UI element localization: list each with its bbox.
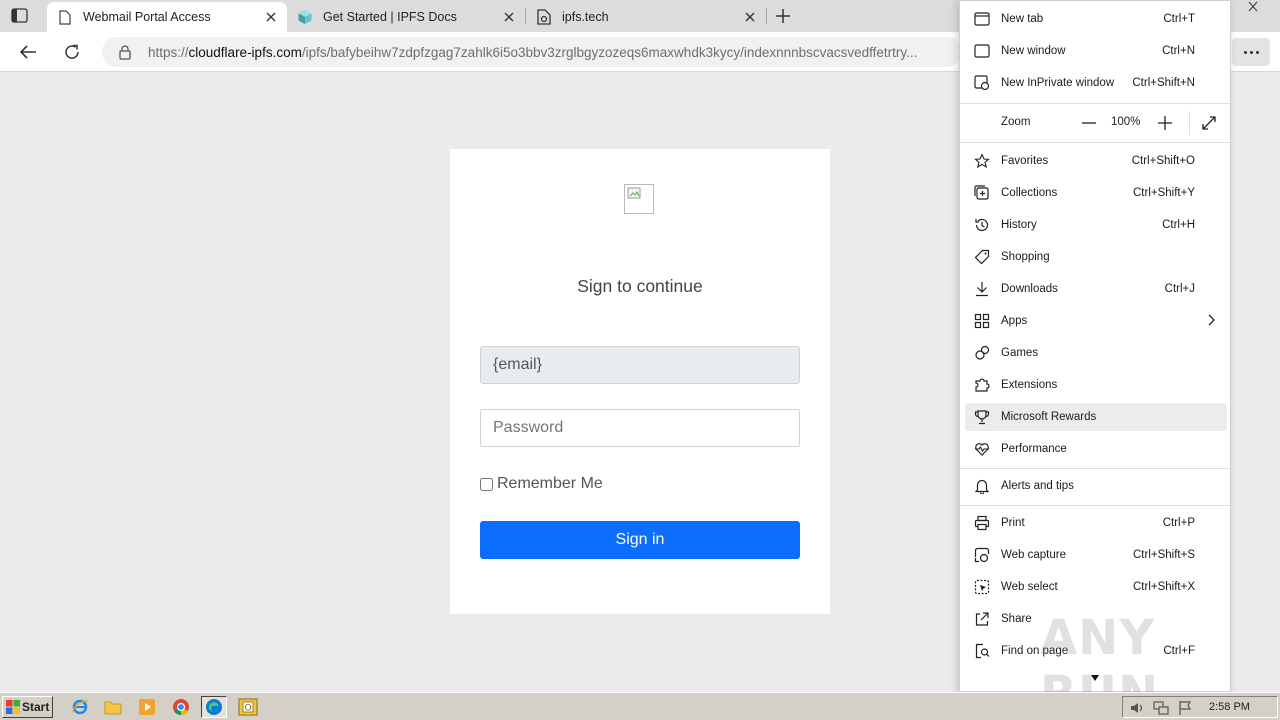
- broken-image-icon: [624, 184, 654, 214]
- new-tab-icon: [973, 10, 991, 28]
- trophy-icon: [973, 408, 991, 426]
- menu-divider: [960, 103, 1230, 104]
- fullscreen-icon[interactable]: [1199, 113, 1219, 133]
- heartbeat-icon: [973, 440, 991, 458]
- taskbar-clock[interactable]: 2:58 PM: [1209, 701, 1250, 713]
- sign-in-button[interactable]: Sign in: [480, 521, 800, 559]
- star-icon: [973, 152, 991, 170]
- remember-checkbox[interactable]: [480, 477, 493, 491]
- remember-me[interactable]: Remember Me: [480, 475, 603, 493]
- share-icon: [973, 610, 991, 628]
- tag-icon: [973, 248, 991, 266]
- menu-item-new-window[interactable]: New window Ctrl+N: [965, 37, 1227, 65]
- menu-item-games[interactable]: Games: [965, 339, 1227, 367]
- windows-logo-icon: [6, 700, 20, 714]
- collections-icon: [973, 184, 991, 202]
- menu-item-history[interactable]: History Ctrl+H: [965, 211, 1227, 239]
- find-icon: [973, 642, 991, 660]
- tab-title: ipfs.tech: [562, 10, 609, 24]
- printer-icon: [973, 514, 991, 532]
- menu-item-web-capture[interactable]: Web capture Ctrl+Shift+S: [965, 541, 1227, 569]
- page-loading-icon: [536, 9, 552, 25]
- menu-item-collections[interactable]: Collections Ctrl+Shift+Y: [965, 179, 1227, 207]
- menu-item-apps[interactable]: Apps: [965, 307, 1227, 335]
- menu-item-rewards[interactable]: Microsoft Rewards: [965, 403, 1227, 431]
- menu-divider: [960, 142, 1230, 143]
- remember-label: Remember Me: [497, 475, 603, 492]
- tab-actions-icon[interactable]: [10, 7, 30, 25]
- file-explorer-icon[interactable]: [103, 697, 123, 717]
- start-label: Start: [22, 700, 50, 714]
- refresh-icon[interactable]: [60, 40, 84, 64]
- apps-icon: [973, 312, 991, 330]
- zoom-value: 100%: [1111, 116, 1141, 128]
- tab-ipfs-docs[interactable]: Get Started | IPFS Docs: [287, 2, 525, 32]
- menu-item-shopping[interactable]: Shopping: [965, 243, 1227, 271]
- page-title: Sign to continue: [577, 276, 703, 296]
- close-icon[interactable]: [501, 9, 517, 25]
- lock-icon[interactable]: [118, 44, 132, 60]
- puzzle-icon: [973, 376, 991, 394]
- zoom-in-icon[interactable]: [1155, 113, 1175, 133]
- outlook-icon[interactable]: O: [238, 697, 258, 717]
- menu-item-downloads[interactable]: Downloads Ctrl+J: [965, 275, 1227, 303]
- svg-text:O: O: [244, 704, 251, 714]
- close-icon[interactable]: [263, 9, 279, 25]
- bell-icon: [973, 477, 991, 495]
- menu-divider: [960, 468, 1230, 469]
- tab-ipfs-tech[interactable]: ipfs.tech: [526, 2, 766, 32]
- menu-item-inprivate[interactable]: New InPrivate window Ctrl+Shift+N: [965, 69, 1227, 97]
- download-icon: [973, 280, 991, 298]
- zoom-out-icon[interactable]: [1079, 113, 1099, 133]
- taskbar: Start O 2:58 PM: [0, 692, 1280, 720]
- tab-divider: [766, 8, 767, 24]
- menu-item-alerts[interactable]: Alerts and tips: [965, 472, 1227, 500]
- address-bar[interactable]: https://cloudflare-ipfs.com/ipfs/bafybei…: [102, 37, 962, 67]
- menu-divider: [960, 505, 1230, 506]
- chrome-icon[interactable]: [171, 697, 191, 717]
- internet-explorer-icon[interactable]: [70, 697, 90, 717]
- browser-menu: New tab Ctrl+T New window Ctrl+N New InP…: [959, 0, 1231, 692]
- ipfs-cube-icon: [297, 9, 313, 25]
- history-icon: [973, 216, 991, 234]
- volume-icon[interactable]: [1129, 700, 1145, 716]
- capture-icon: [973, 546, 991, 564]
- menu-item-extensions[interactable]: Extensions: [965, 371, 1227, 399]
- page-icon: [57, 9, 73, 25]
- login-card: Sign to continue Remember Me Sign in: [450, 149, 830, 614]
- menu-item-web-select[interactable]: Web select Ctrl+Shift+X: [965, 573, 1227, 601]
- action-center-flag-icon[interactable]: [1177, 700, 1193, 716]
- edge-icon[interactable]: [201, 696, 227, 718]
- tab-title: Webmail Portal Access: [83, 10, 211, 24]
- start-button[interactable]: Start: [2, 696, 53, 718]
- menu-item-performance[interactable]: Performance: [965, 435, 1227, 463]
- menu-item-new-tab[interactable]: New tab Ctrl+T: [965, 5, 1227, 33]
- new-window-icon: [973, 42, 991, 60]
- games-icon: [973, 344, 991, 362]
- network-icon[interactable]: [1153, 700, 1169, 716]
- zoom-divider: [1189, 111, 1190, 135]
- new-tab-plus-icon[interactable]: [773, 6, 793, 26]
- back-arrow-icon[interactable]: [16, 40, 40, 64]
- zoom-label: Zoom: [1001, 116, 1031, 128]
- system-tray: 2:58 PM: [1122, 696, 1278, 718]
- media-player-icon[interactable]: [137, 697, 157, 717]
- tab-title: Get Started | IPFS Docs: [323, 10, 457, 24]
- menu-item-print[interactable]: Print Ctrl+P: [965, 509, 1227, 537]
- url-text: https://cloudflare-ipfs.com/ipfs/bafybei…: [148, 44, 918, 60]
- password-field[interactable]: [480, 409, 800, 447]
- close-icon[interactable]: [742, 9, 758, 25]
- settings-more-button[interactable]: [1232, 38, 1270, 66]
- inprivate-icon: [973, 74, 991, 92]
- email-field[interactable]: [480, 346, 800, 384]
- chevron-right-icon: [1207, 314, 1215, 329]
- zoom-row: Zoom 100%: [965, 109, 1227, 137]
- menu-item-favorites[interactable]: Favorites Ctrl+Shift+O: [965, 147, 1227, 175]
- window-close-icon[interactable]: [1246, 0, 1260, 12]
- tab-webmail[interactable]: Webmail Portal Access: [47, 2, 287, 32]
- select-icon: [973, 578, 991, 596]
